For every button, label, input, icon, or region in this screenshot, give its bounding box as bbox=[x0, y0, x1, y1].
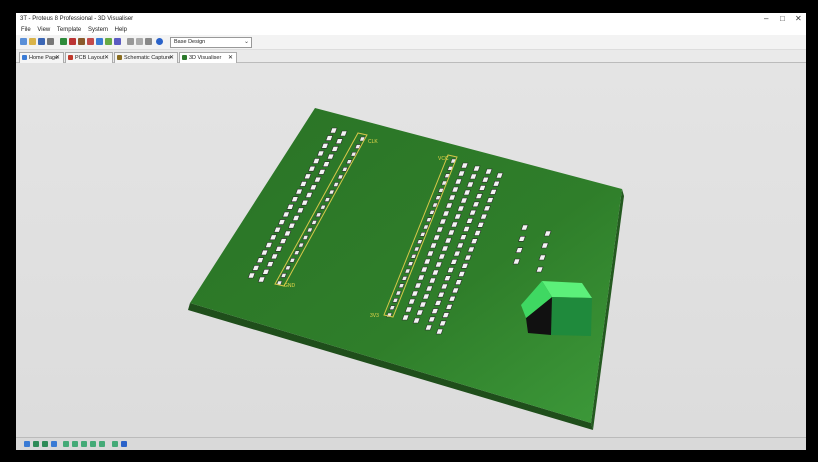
tab-schematic-capture-label: Schematic Capture bbox=[124, 55, 171, 61]
bom-tool-icon[interactable] bbox=[96, 38, 103, 45]
silkscreen-vcc: VCC bbox=[438, 156, 449, 162]
close-icon[interactable]: ✕ bbox=[228, 54, 233, 61]
pcb-layout-icon bbox=[68, 55, 73, 60]
settings-icon[interactable] bbox=[121, 441, 127, 447]
open-folder-icon[interactable] bbox=[29, 38, 36, 45]
zoom-in-icon[interactable] bbox=[33, 441, 39, 447]
menu-help[interactable]: Help bbox=[115, 27, 127, 33]
tab-3d-visualiser-label: 3D Visualiser bbox=[189, 55, 222, 61]
front-view-icon[interactable] bbox=[99, 441, 105, 447]
close-icon[interactable]: ✕ bbox=[104, 54, 109, 61]
gerber-tool-icon[interactable] bbox=[87, 38, 94, 45]
variant-dropdown[interactable]: Base Design ⌄ bbox=[170, 37, 252, 48]
close-button[interactable]: ✕ bbox=[795, 14, 802, 23]
screenshot-icon[interactable] bbox=[112, 441, 118, 447]
top-view-icon[interactable] bbox=[63, 441, 69, 447]
tab-home-page[interactable]: Home Page ✕ bbox=[19, 52, 64, 63]
new-file-icon[interactable] bbox=[20, 38, 27, 45]
project-notes-icon[interactable] bbox=[127, 38, 134, 45]
3d-scene: CLK GND VCC 3V3 bbox=[188, 108, 624, 430]
zoom-fit-icon[interactable] bbox=[51, 441, 57, 447]
application-window: 3T - Proteus 8 Professional - 3D Visuali… bbox=[16, 13, 806, 450]
left-view-icon[interactable] bbox=[81, 441, 87, 447]
tab-pcb-layout-label: PCB Layout bbox=[75, 55, 105, 61]
chevron-down-icon: ⌄ bbox=[243, 39, 249, 45]
close-icon[interactable]: ✕ bbox=[169, 54, 174, 61]
bottom-view-icon[interactable] bbox=[72, 441, 78, 447]
right-view-icon[interactable] bbox=[90, 441, 96, 447]
tab-pcb-layout[interactable]: PCB Layout ✕ bbox=[65, 52, 113, 63]
menu-bar: File View Template System Help bbox=[16, 25, 806, 35]
copy-icon[interactable] bbox=[145, 38, 152, 45]
3d-viewport[interactable]: CLK GND VCC 3V3 bbox=[16, 63, 806, 437]
source-code-icon[interactable] bbox=[114, 38, 121, 45]
zoom-out-icon[interactable] bbox=[42, 441, 48, 447]
silkscreen-3v3: 3V3 bbox=[370, 313, 379, 319]
menu-file[interactable]: File bbox=[21, 27, 31, 33]
window-title: 3T - Proteus 8 Professional - 3D Visuali… bbox=[20, 16, 134, 22]
schematic-icon bbox=[117, 55, 122, 60]
close-icon[interactable]: ✕ bbox=[55, 54, 60, 61]
menu-view[interactable]: View bbox=[37, 27, 50, 33]
3d-visualiser-icon bbox=[182, 55, 187, 60]
status-bar bbox=[16, 437, 806, 450]
toolbar: Base Design ⌄ bbox=[16, 35, 806, 50]
cut-icon[interactable] bbox=[136, 38, 143, 45]
help-icon[interactable] bbox=[156, 38, 163, 45]
print-icon[interactable] bbox=[47, 38, 54, 45]
tab-schematic-capture[interactable]: Schematic Capture ✕ bbox=[114, 52, 178, 63]
rotate-icon[interactable] bbox=[24, 441, 30, 447]
variant-dropdown-value: Base Design bbox=[174, 39, 206, 45]
tab-bar: Home Page ✕ PCB Layout ✕ Schematic Captu… bbox=[16, 50, 806, 63]
maximize-button[interactable]: □ bbox=[780, 14, 785, 23]
silkscreen-clk: CLK bbox=[368, 139, 378, 145]
component-tool-icon[interactable] bbox=[78, 38, 85, 45]
minimize-button[interactable]: – bbox=[764, 14, 768, 23]
title-bar: 3T - Proteus 8 Professional - 3D Visuali… bbox=[16, 13, 806, 25]
save-icon[interactable] bbox=[38, 38, 45, 45]
menu-system[interactable]: System bbox=[88, 27, 108, 33]
tab-home-page-label: Home Page bbox=[29, 55, 59, 61]
home-icon bbox=[22, 55, 27, 60]
menu-template[interactable]: Template bbox=[57, 27, 81, 33]
pcb-tool-icon[interactable] bbox=[69, 38, 76, 45]
schematic-tool-icon[interactable] bbox=[60, 38, 67, 45]
design-explorer-icon[interactable] bbox=[105, 38, 112, 45]
tab-3d-visualiser[interactable]: 3D Visualiser ✕ bbox=[179, 52, 237, 63]
silkscreen-gnd: GND bbox=[284, 283, 296, 289]
